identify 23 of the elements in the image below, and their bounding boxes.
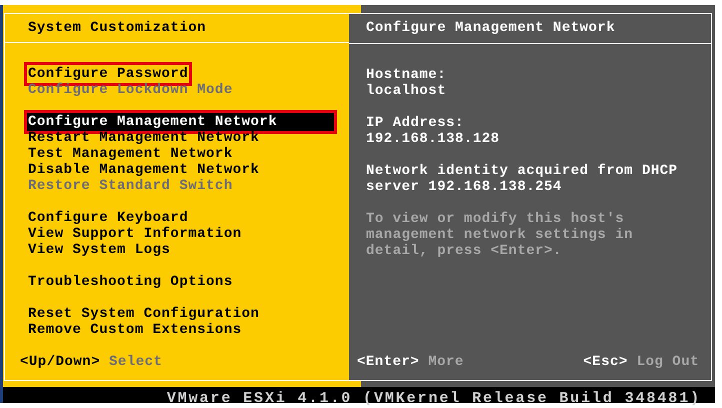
key-hint: <Enter> — [357, 354, 420, 370]
menu-item[interactable]: Troubleshooting Options — [28, 274, 233, 290]
network-note: Network identity acquired from DHCP server 192.168.138.254 — [366, 163, 679, 195]
field-label: Hostname: — [366, 67, 448, 83]
field-value: localhost — [366, 83, 448, 99]
field-label: IP Address: — [366, 115, 465, 131]
description-text: To view or modify this host's management network settings in detail, press <Enter>. — [366, 211, 634, 259]
menu-item[interactable]: View System Logs — [28, 242, 170, 258]
menu-item[interactable]: Disable Management Network — [28, 162, 260, 178]
key-hint: <Esc> — [583, 354, 628, 370]
menu-item[interactable]: Remove Custom Extensions — [28, 322, 242, 338]
panel-title: Configure Management Network — [366, 20, 616, 36]
menu-item[interactable]: Reset System Configuration — [28, 306, 260, 322]
menu-item[interactable]: View Support Information — [28, 226, 242, 242]
key-hint: <Up/Down> — [20, 354, 100, 370]
menu-item[interactable]: Test Management Network — [28, 146, 233, 162]
panel-title: System Customization — [28, 20, 206, 36]
field-value: 192.168.138.128 — [366, 131, 501, 147]
menu-item[interactable]: Configure Keyboard — [28, 210, 188, 226]
hint-action: Select — [109, 354, 162, 370]
hint-action: More — [428, 354, 464, 370]
hint-action: Log Out — [636, 354, 699, 370]
version-text: VMware ESXi 4.1.0 (VMKernel Release Build 348481) — [166, 390, 701, 407]
